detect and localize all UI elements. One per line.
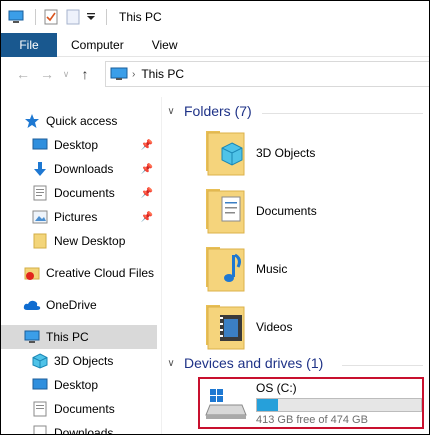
- sidebar-item-label: Quick access: [46, 114, 118, 128]
- folder-item-videos[interactable]: Videos: [202, 301, 422, 353]
- chevron-down-icon[interactable]: ∨: [166, 106, 176, 117]
- desktop-icon: [31, 136, 49, 154]
- toolbar-separator: [35, 9, 36, 25]
- customize-dropdown-icon[interactable]: [86, 8, 96, 26]
- chevron-down-icon[interactable]: ∨: [166, 358, 176, 369]
- sidebar-item-pictures[interactable]: Pictures 📌: [31, 205, 157, 229]
- music-folder-icon: [202, 243, 246, 295]
- sidebar-item-downloads-pc[interactable]: Downloads: [31, 421, 157, 435]
- folder-label: Music: [256, 262, 288, 276]
- sidebar-item-documents[interactable]: Documents 📌: [31, 181, 157, 205]
- drive-free-space: 413 GB free of 474 GB: [256, 413, 368, 426]
- folder-item-3d-objects[interactable]: 3D Objects: [202, 127, 422, 179]
- folders-header-label: Folders (7): [184, 103, 252, 119]
- creative-cloud-folder-icon: [23, 264, 41, 282]
- content-pane: ∨ Folders (7) 3D Objects Documents Music: [162, 97, 429, 434]
- pin-icon[interactable]: 📌: [141, 164, 153, 175]
- up-arrow-icon[interactable]: ↑: [73, 62, 97, 86]
- tab-file[interactable]: File: [1, 33, 57, 57]
- drive-item-os-c[interactable]: OS (C:) 413 GB free of 474 GB: [198, 377, 424, 429]
- sidebar-item-label: Documents: [54, 402, 115, 416]
- properties-icon[interactable]: [42, 8, 60, 26]
- folder-label: Documents: [256, 204, 317, 218]
- sidebar-item-label: This PC: [46, 330, 89, 344]
- sidebar-item-label: Desktop: [54, 378, 99, 392]
- drives-group-header[interactable]: ∨ Devices and drives (1): [166, 355, 323, 371]
- sidebar-item-label: Pictures: [54, 210, 98, 224]
- explorer-window: This PC File Computer View ← → ∨ ↑ › Thi…: [0, 0, 430, 435]
- 3d-objects-folder-icon: [202, 127, 246, 179]
- forward-arrow-icon[interactable]: →: [35, 62, 59, 86]
- sidebar-item-label: OneDrive: [46, 298, 97, 312]
- window-title: This PC: [119, 10, 162, 24]
- sidebar-item-new-desktop[interactable]: New Desktop: [31, 229, 157, 253]
- folder-label: 3D Objects: [256, 146, 316, 160]
- drive-name: OS (C:): [256, 380, 297, 395]
- desktop-icon: [31, 376, 49, 394]
- picture-icon: [31, 208, 49, 226]
- sidebar-item-this-pc[interactable]: This PC: [1, 325, 157, 349]
- drive-info: OS (C:) 413 GB free of 474 GB: [256, 381, 428, 426]
- documents-folder-icon: [202, 185, 246, 237]
- sidebar-item-label: Documents: [54, 186, 115, 200]
- sidebar-item-label: Desktop: [54, 138, 99, 152]
- pin-icon[interactable]: 📌: [141, 140, 153, 151]
- hard-drive-icon: [204, 385, 248, 421]
- folders-group-header[interactable]: ∨ Folders (7): [166, 103, 252, 119]
- tab-computer[interactable]: Computer: [57, 33, 138, 57]
- drives-header-label: Devices and drives (1): [184, 355, 324, 371]
- sidebar-item-desktop[interactable]: Desktop 📌: [31, 133, 157, 157]
- sidebar-item-documents-pc[interactable]: Documents: [31, 397, 157, 421]
- star-icon: [23, 112, 41, 130]
- sidebar-item-label: Downloads: [54, 162, 114, 176]
- sidebar-item-creative-cloud[interactable]: Creative Cloud Files: [23, 261, 157, 285]
- address-bar[interactable]: › This PC: [105, 61, 429, 87]
- download-arrow-icon: [31, 424, 49, 434]
- navigation-bar: ← → ∨ ↑ › This PC: [1, 57, 429, 91]
- recent-locations-chevron-icon[interactable]: ∨: [59, 62, 73, 86]
- computer-icon: [110, 67, 128, 81]
- cube-icon: [31, 352, 49, 370]
- folder-item-music[interactable]: Music: [202, 243, 422, 295]
- sidebar-item-downloads[interactable]: Downloads 📌: [31, 157, 157, 181]
- drive-usage-fill: [257, 398, 279, 411]
- ribbon-tabs: File Computer View: [1, 33, 429, 57]
- toolbar-separator: [106, 9, 107, 25]
- breadcrumb-this-pc[interactable]: This PC: [141, 67, 184, 81]
- computer-icon: [23, 328, 41, 346]
- sidebar-item-label: 3D Objects: [54, 354, 114, 368]
- folder-label: Videos: [256, 320, 293, 334]
- sidebar-item-quick-access[interactable]: Quick access: [23, 109, 157, 133]
- breadcrumb-chevron-icon[interactable]: ›: [132, 69, 135, 80]
- back-arrow-icon[interactable]: ←: [11, 62, 35, 86]
- folder-item-documents[interactable]: Documents: [202, 185, 422, 237]
- sidebar-item-onedrive[interactable]: OneDrive: [23, 293, 157, 317]
- pin-icon[interactable]: 📌: [141, 188, 153, 199]
- document-icon: [31, 184, 49, 202]
- download-arrow-icon: [31, 160, 49, 178]
- sidebar-item-3d-objects[interactable]: 3D Objects: [31, 349, 157, 373]
- group-divider: [342, 365, 423, 366]
- pin-icon[interactable]: 📌: [141, 212, 153, 223]
- group-divider: [262, 113, 423, 114]
- videos-folder-icon: [202, 301, 246, 353]
- sidebar-item-label: Downloads: [54, 426, 114, 435]
- sidebar-item-label: New Desktop: [54, 234, 126, 248]
- document-icon: [31, 400, 49, 418]
- sidebar-item-desktop-pc[interactable]: Desktop: [31, 373, 157, 397]
- cloud-icon: [23, 296, 41, 314]
- tab-view[interactable]: View: [138, 33, 192, 57]
- computer-icon[interactable]: [7, 8, 25, 26]
- new-folder-icon[interactable]: [64, 8, 82, 26]
- folder-icon: [31, 232, 49, 250]
- title-bar: This PC: [1, 1, 429, 33]
- sidebar-item-label: Creative Cloud Files: [46, 266, 155, 280]
- navigation-pane: Quick access Desktop 📌 Downloads 📌 Docum…: [1, 97, 157, 435]
- drive-usage-bar: [256, 397, 422, 412]
